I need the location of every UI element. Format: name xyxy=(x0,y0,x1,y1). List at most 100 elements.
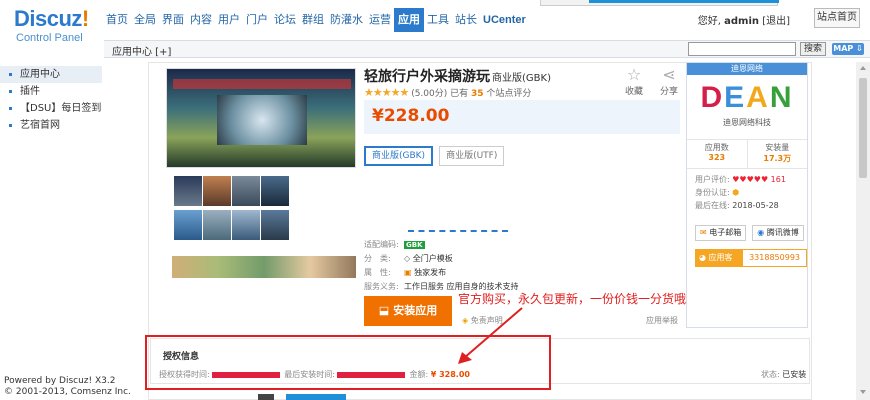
logo-bang: ! xyxy=(81,6,89,31)
weibo-icon: ◉ xyxy=(757,228,765,237)
app-center-page: Discuz! Control Panel 首页 全局 界面 内容 用户 门户 … xyxy=(0,0,870,400)
bullet-icon xyxy=(9,90,12,93)
nav-users[interactable]: 用户 xyxy=(215,8,243,32)
sidebar-item-app-center[interactable]: 应用中心 xyxy=(0,66,102,83)
exclusive-icon: ▣ xyxy=(404,268,415,277)
last-online-value: 2018-05-28 xyxy=(732,201,779,210)
bullet-icon xyxy=(9,73,12,76)
nav-tools[interactable]: 工具 xyxy=(424,8,452,32)
preview-header-strip xyxy=(173,79,351,89)
preview-image-bottom[interactable] xyxy=(172,256,356,278)
report-link[interactable]: 应用举报 xyxy=(646,315,678,326)
install-icon: ⬓ xyxy=(378,304,390,317)
preview-banner xyxy=(217,95,307,145)
annotation-arrow-icon xyxy=(458,307,523,364)
nav-content[interactable]: 内容 xyxy=(187,8,215,32)
vendor-logo-text: DEAN xyxy=(700,81,794,114)
status-value: 已安装 xyxy=(782,370,807,379)
thumb-image[interactable] xyxy=(261,210,289,240)
greeting: 您好, xyxy=(697,16,721,27)
scroll-thumb[interactable] xyxy=(859,78,867,178)
sidebar-item-dsu-signin[interactable]: 【DSU】每日签到 xyxy=(0,100,102,117)
sidebar-item-label: 插件 xyxy=(20,86,40,97)
search-icon[interactable] xyxy=(258,394,274,400)
footer-line-1: Powered by Discuz! X3.2 xyxy=(4,376,116,386)
qq-label: ◕ 应用客服 xyxy=(695,249,743,280)
scroll-down-icon[interactable] xyxy=(860,390,866,394)
nav-anti-spam[interactable]: 防灌水 xyxy=(327,8,366,32)
discuz-logo[interactable]: Discuz! Control Panel xyxy=(14,6,89,45)
sidebar-item-yisu[interactable]: 艺宿首网 xyxy=(0,117,102,134)
sidebar-item-plugins[interactable]: 插件 xyxy=(0,83,102,100)
favorite-label: 收藏 xyxy=(624,87,643,97)
thumb-image[interactable] xyxy=(232,210,260,240)
edition-gbk-tab[interactable]: 商业版(GBK) xyxy=(364,146,434,166)
preview-image-main[interactable] xyxy=(166,68,356,168)
vendor-name[interactable]: 迪恩网络 xyxy=(687,63,807,75)
nav-ucenter[interactable]: UCenter xyxy=(480,8,529,32)
thumb-image[interactable] xyxy=(174,210,202,240)
weibo-button[interactable]: ◉ 腾讯微博 xyxy=(752,225,804,241)
search-input[interactable] xyxy=(688,42,796,56)
install-app-button[interactable]: ⬓ 安装应用 xyxy=(364,296,452,326)
thumb-image[interactable] xyxy=(203,176,231,206)
top-nav: 首页 全局 界面 内容 用户 门户 论坛 群组 防灌水 运营 应用 工具 站长 … xyxy=(103,8,529,32)
app-title: 轻旅行户外采摘游玩 商业版(GBK) xyxy=(364,66,551,86)
thumb-image[interactable] xyxy=(174,176,202,206)
service-label: 服务义务: xyxy=(364,282,399,291)
screenshot-gallery[interactable] xyxy=(166,68,356,278)
bullet-icon xyxy=(9,124,12,127)
nav-style[interactable]: 界面 xyxy=(159,8,187,32)
property-label: 属 性: xyxy=(364,268,391,277)
breadcrumb[interactable]: 应用中心 [+] xyxy=(112,43,171,58)
thumb-image[interactable] xyxy=(203,210,231,240)
rating-prefix: 已有 xyxy=(450,89,469,99)
nav-group[interactable]: 群组 xyxy=(299,8,327,32)
scroll-up-icon[interactable] xyxy=(860,66,866,70)
search-button[interactable]: 搜索 xyxy=(800,42,826,56)
favorite-button[interactable]: ☆ 收藏 xyxy=(622,65,646,98)
blue-tab[interactable] xyxy=(286,394,346,400)
preview-thumbnails xyxy=(174,176,289,246)
rating-score: (5.00分) xyxy=(411,89,448,99)
popup-progress-bar xyxy=(589,0,779,3)
footer-line-2: © 2001-2013, Comsenz Inc. xyxy=(4,387,131,397)
nav-forum[interactable]: 论坛 xyxy=(271,8,299,32)
nav-webmaster[interactable]: 站长 xyxy=(452,8,480,32)
install-count-label: 安装量 xyxy=(765,143,790,152)
price: ¥228.00 xyxy=(372,106,450,126)
last-online-label: 最后在线: xyxy=(695,201,730,210)
logo-subtitle: Control Panel xyxy=(16,32,83,44)
sub-toolbar: 应用中心 [+] 搜索 MAP ⇩ xyxy=(104,40,870,58)
email-button[interactable]: ✉ 电子邮箱 xyxy=(695,225,747,241)
edition-utf-tab[interactable]: 商业版(UTF) xyxy=(439,146,505,166)
mail-icon: ✉ xyxy=(700,228,707,237)
thumb-image[interactable] xyxy=(232,176,260,206)
nav-portal[interactable]: 门户 xyxy=(243,8,271,32)
map-button[interactable]: MAP ⇩ xyxy=(832,43,864,55)
star-outline-icon: ☆ xyxy=(626,65,642,84)
edition-selector: 商业版(GBK) 商业版(UTF) xyxy=(364,146,510,166)
logout-link[interactable]: [退出] xyxy=(762,16,790,27)
category-value[interactable]: 全门户模板 xyxy=(413,254,453,263)
thumb-image[interactable] xyxy=(261,176,289,206)
price-box: ¥228.00 xyxy=(364,100,680,134)
bullet-icon xyxy=(9,107,12,110)
app-rating: ★★★★★ (5.00分) 已有 35 个站点评分 xyxy=(364,86,531,99)
footer-powered-by: Powered by Discuz! X3.2 © 2001-2013, Com… xyxy=(4,376,131,398)
share-button[interactable]: ⋖ 分享 xyxy=(657,65,681,98)
sidebar-item-label: 【DSU】每日签到 xyxy=(20,103,102,114)
vendor-logo[interactable]: DEAN 迪恩网络科技 xyxy=(691,79,803,135)
verified-badge-icon: ⬢ xyxy=(732,188,740,197)
vendor-contact-buttons: ✉ 电子邮箱 ◉ 腾讯微博 xyxy=(695,225,810,241)
site-home-button[interactable]: 站点首页 xyxy=(814,8,860,28)
nav-global[interactable]: 全局 xyxy=(131,8,159,32)
qq-support[interactable]: ◕ 应用客服 3318850993 xyxy=(695,249,807,280)
share-icon: ⋖ xyxy=(662,65,676,84)
page-scrollbar[interactable] xyxy=(856,62,870,400)
app-meta: 适配编码: GBK 分 类: ◇ 全门户模板 属 性: ▣ 独家发布 服务义务: 工作日… xyxy=(364,238,519,294)
vendor-info: 用户评价: ♥♥♥♥♥ 161 身份认证: ⬢ 最后在线: 2018-05-28 xyxy=(695,173,786,212)
nav-home[interactable]: 首页 xyxy=(103,8,131,32)
nav-operation[interactable]: 运营 xyxy=(366,8,394,32)
nav-apps[interactable]: 应用 xyxy=(394,8,424,32)
